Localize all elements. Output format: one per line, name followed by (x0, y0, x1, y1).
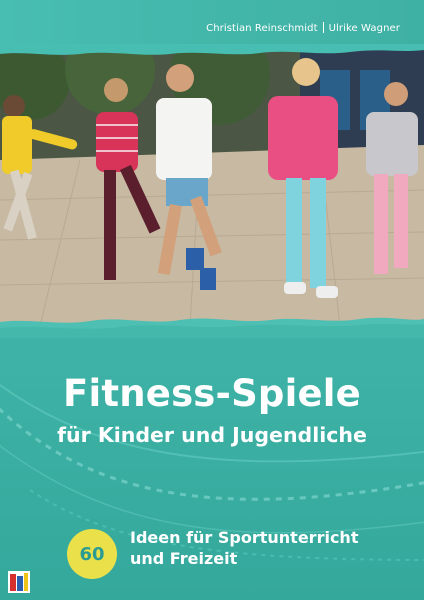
tagline: Ideen für Sportunterricht und Freizeit (130, 527, 358, 569)
author-separator (322, 22, 324, 33)
brush-edge-top (0, 44, 424, 55)
ideas-count-badge: 60 (67, 529, 117, 579)
tagline-line-2: und Freizeit (130, 549, 238, 568)
author-second: Ulrike Wagner (328, 23, 400, 34)
author-line: Christian Reinschmidt Ulrike Wagner (206, 22, 400, 34)
cover-photo (0, 50, 424, 326)
tagline-line-1: Ideen für Sportunterricht (130, 528, 359, 547)
author-first: Christian Reinschmidt (206, 23, 318, 34)
book-cover: Christian Reinschmidt Ulrike Wagner Fitn… (0, 0, 424, 600)
running-children-illustration (0, 50, 424, 326)
book-subtitle: für Kinder und Jugendliche (57, 423, 367, 447)
book-title: Fitness-Spiele (63, 372, 361, 415)
publisher-logo-icon (8, 571, 30, 593)
